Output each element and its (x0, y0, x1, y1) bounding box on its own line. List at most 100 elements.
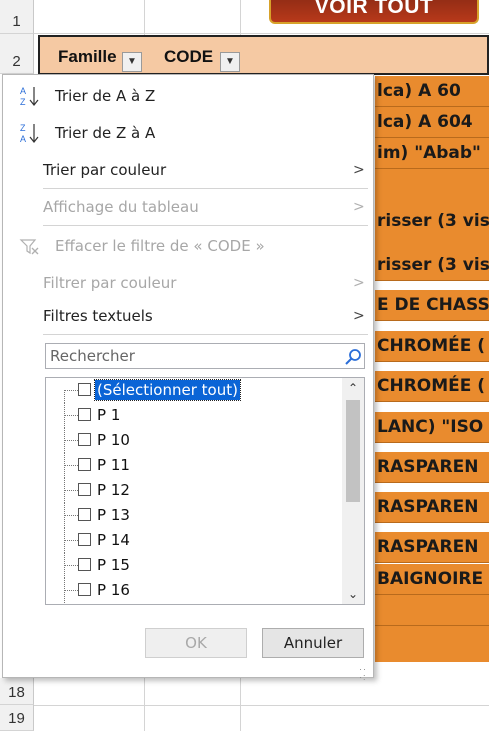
list-item-label: P 12 (97, 481, 130, 499)
row-header[interactable]: 2 (0, 34, 34, 74)
row-number: 1 (12, 13, 21, 30)
scrollbar-thumb[interactable] (346, 400, 360, 502)
code-filter-button[interactable]: ▼ (220, 52, 240, 72)
table-cell[interactable]: RASPAREN (375, 532, 489, 563)
checkbox[interactable] (78, 508, 91, 521)
svg-text:A: A (20, 134, 26, 144)
header-code: CODE (164, 47, 214, 66)
list-item-label: P 15 (97, 556, 130, 574)
checkbox[interactable] (78, 583, 91, 596)
text-filters-label: Filtres textuels (43, 307, 153, 325)
tree-line (64, 515, 78, 516)
list-item[interactable]: P 10 (46, 428, 336, 453)
tree-line (64, 565, 78, 566)
svg-text:A: A (20, 86, 26, 96)
list-item[interactable]: P 15 (46, 553, 336, 578)
search-input[interactable] (46, 344, 344, 368)
text-filters-item[interactable]: Filtres textuels > (3, 301, 373, 331)
row-number: 19 (8, 710, 25, 727)
row-header[interactable]: 1 (0, 0, 34, 34)
table-cell[interactable]: LANC) "ISO (375, 412, 489, 443)
table-cell[interactable]: im) "Abab" (375, 138, 489, 169)
checkbox[interactable] (78, 383, 91, 396)
list-item[interactable]: (Sélectionner tout) (46, 378, 336, 403)
tree-line (64, 440, 78, 441)
table-cell[interactable]: E DE CHASS (375, 290, 489, 321)
row-header[interactable]: 19 (0, 705, 34, 731)
voir-tout-button[interactable]: VOIR TOUT (269, 0, 479, 24)
tree-line (64, 390, 78, 391)
checkbox[interactable] (78, 533, 91, 546)
sort-by-color-label: Trier par couleur (43, 161, 167, 179)
menu-separator (43, 334, 368, 335)
table-view-label: Affichage du tableau (43, 198, 199, 216)
chevron-right-icon: > (353, 199, 365, 215)
table-view-item: Affichage du tableau > (3, 192, 373, 222)
table-cell[interactable]: lca) A 60 (375, 76, 489, 107)
chevron-down-icon: ▼ (127, 56, 137, 67)
tree-line (64, 490, 78, 491)
list-item[interactable]: P 13 (46, 503, 336, 528)
row-header[interactable]: 18 (0, 678, 34, 705)
search-icon[interactable] (343, 347, 363, 367)
checkbox[interactable] (78, 458, 91, 471)
table-cell[interactable]: CHROMÉE ( (375, 331, 489, 362)
filter-values-list[interactable]: (Sélectionner tout) P 1 P 10 P 11 P 12 P… (45, 377, 365, 605)
menu-separator (43, 225, 368, 226)
table-cell[interactable]: CHROMÉE ( (375, 371, 489, 402)
chevron-down-icon: ▼ (225, 56, 235, 67)
table-cell[interactable]: RASPAREN (375, 452, 489, 483)
row-number: 2 (12, 53, 21, 70)
list-item[interactable]: P 16 (46, 578, 336, 603)
list-item[interactable]: P 14 (46, 528, 336, 553)
ok-button[interactable]: OK (145, 628, 247, 658)
clear-filter-icon (19, 239, 39, 255)
table-cell[interactable]: RASPAREN (375, 492, 489, 523)
list-item-label: P 10 (97, 431, 130, 449)
table-cell[interactable] (375, 626, 489, 662)
resize-grip-icon[interactable]: ·· ·: (359, 665, 371, 682)
menu-separator (43, 188, 368, 189)
checkbox[interactable] (78, 408, 91, 421)
scroll-down-arrow-icon[interactable]: ⌄ (342, 584, 364, 604)
table-cell[interactable] (375, 236, 489, 250)
table-cell[interactable]: risser (3 vis) (375, 206, 489, 237)
tree-line (64, 465, 78, 466)
list-item[interactable]: P 1 (46, 403, 336, 428)
table-cell[interactable]: risser (3 vis) (375, 250, 489, 281)
chevron-right-icon: > (353, 162, 365, 178)
chevron-right-icon: > (353, 275, 365, 291)
row-number: 18 (8, 684, 25, 701)
sort-a-to-z-item[interactable]: A Z Trier de A à Z (3, 81, 373, 111)
sort-z-to-a-item[interactable]: Z A Trier de Z à A (3, 118, 373, 148)
sort-by-color-item[interactable]: Trier par couleur > (3, 155, 373, 185)
search-box[interactable] (45, 343, 365, 369)
cancel-button[interactable]: Annuler (262, 628, 364, 658)
tree-line (64, 390, 79, 403)
clear-filter-label: Effacer le filtre de « CODE » (55, 237, 265, 255)
list-item[interactable]: P 12 (46, 478, 336, 503)
sort-a-z-icon: A Z (20, 86, 39, 107)
tree-line (64, 590, 78, 591)
table-cell[interactable] (375, 595, 489, 626)
table-cell[interactable] (375, 169, 489, 206)
sort-z-a-icon: Z A (20, 123, 39, 144)
table-cell[interactable]: BAIGNOIRE (375, 564, 489, 595)
tree-line (64, 540, 78, 541)
chevron-right-icon: > (353, 308, 365, 324)
list-item-label: P 13 (97, 506, 130, 524)
list-item[interactable]: P 11 (46, 453, 336, 478)
list-item-label: P 1 (97, 406, 121, 424)
table-header-row: Famille ▼ CODE ▼ (38, 35, 489, 75)
list-scrollbar[interactable]: ⌃ ⌄ (342, 378, 364, 604)
famille-filter-button[interactable]: ▼ (122, 52, 142, 72)
row-divider (34, 705, 489, 706)
clear-filter-item: Effacer le filtre de « CODE » (3, 231, 373, 261)
filter-by-color-item: Filtrer par couleur > (3, 268, 373, 298)
table-cell[interactable]: lca) A 604 (375, 107, 489, 138)
scroll-up-arrow-icon[interactable]: ⌃ (342, 378, 364, 398)
checkbox[interactable] (78, 558, 91, 571)
tree-line (64, 415, 78, 416)
checkbox[interactable] (78, 433, 91, 446)
checkbox[interactable] (78, 483, 91, 496)
